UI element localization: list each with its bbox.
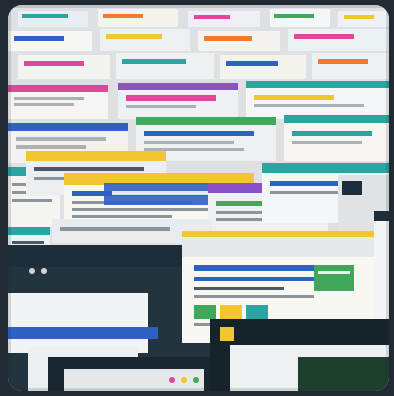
image-frame xyxy=(0,0,394,396)
photo xyxy=(8,5,389,391)
stacked-windows-illustration xyxy=(8,5,389,391)
